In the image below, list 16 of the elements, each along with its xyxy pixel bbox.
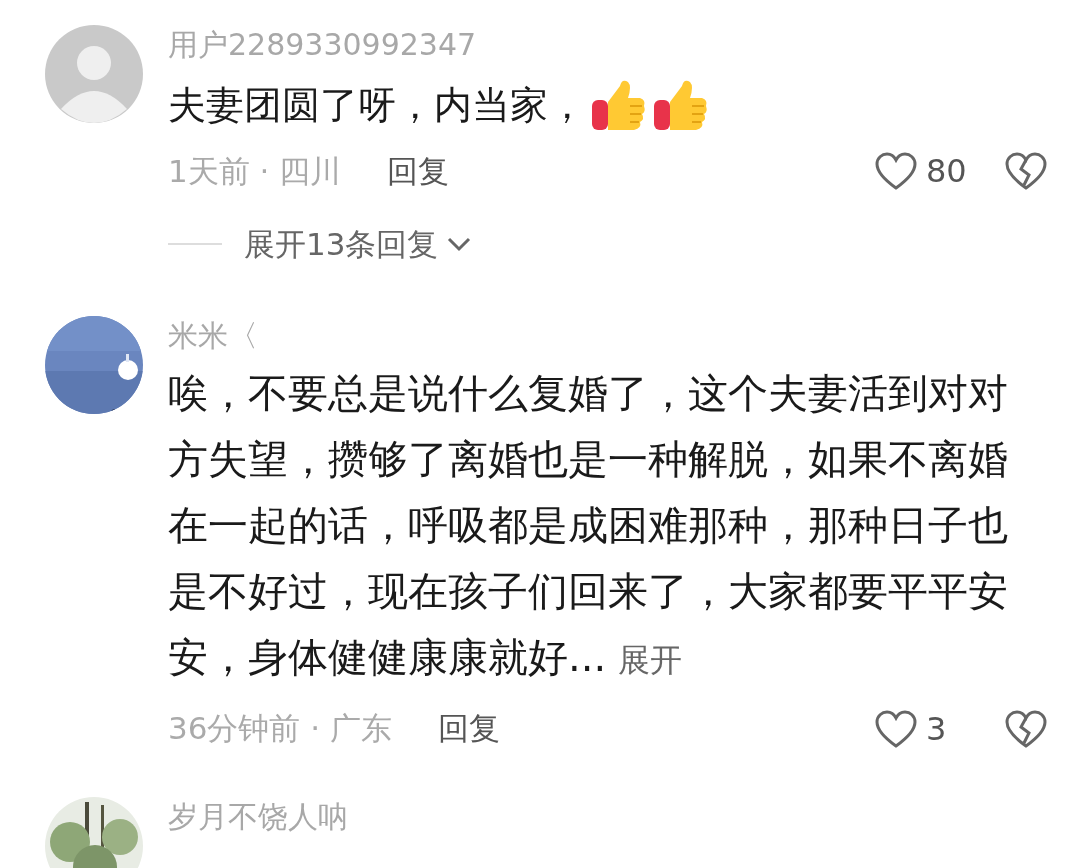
- like-count: 80: [926, 151, 968, 192]
- comment-text: 夫妻团圆了呀，内当家，: [168, 75, 1080, 135]
- expand-replies-button[interactable]: 展开13条回复: [244, 221, 473, 268]
- reply-button[interactable]: 回复: [387, 147, 450, 195]
- comment-meta: 1天前 · 四川: [168, 151, 342, 191]
- broken-heart-icon[interactable]: [1004, 151, 1048, 191]
- chevron-down-icon: [446, 235, 473, 254]
- heart-icon[interactable]: [874, 708, 918, 749]
- comment-meta: 36分钟前 · 广东: [168, 709, 392, 749]
- heart-icon[interactable]: [874, 151, 918, 191]
- expand-link[interactable]: 展开: [618, 640, 683, 679]
- reply-button[interactable]: 回复: [438, 705, 500, 752]
- comment-text: 唉，不要总是说什么复婚了，这个夫妻活到对对方失望，攒够了离婚也是一种解脱，如果不离婚在一起的话，呼吸都是成困难那种，那种日子也是不好过，现在孩子们回来了，大家都要平平安安，身体健健康康就好... 展开: [168, 368, 1009, 682]
- broken-heart-icon[interactable]: [1004, 708, 1048, 749]
- default-avatar-icon: [45, 25, 143, 123]
- like-count: 3: [926, 708, 948, 750]
